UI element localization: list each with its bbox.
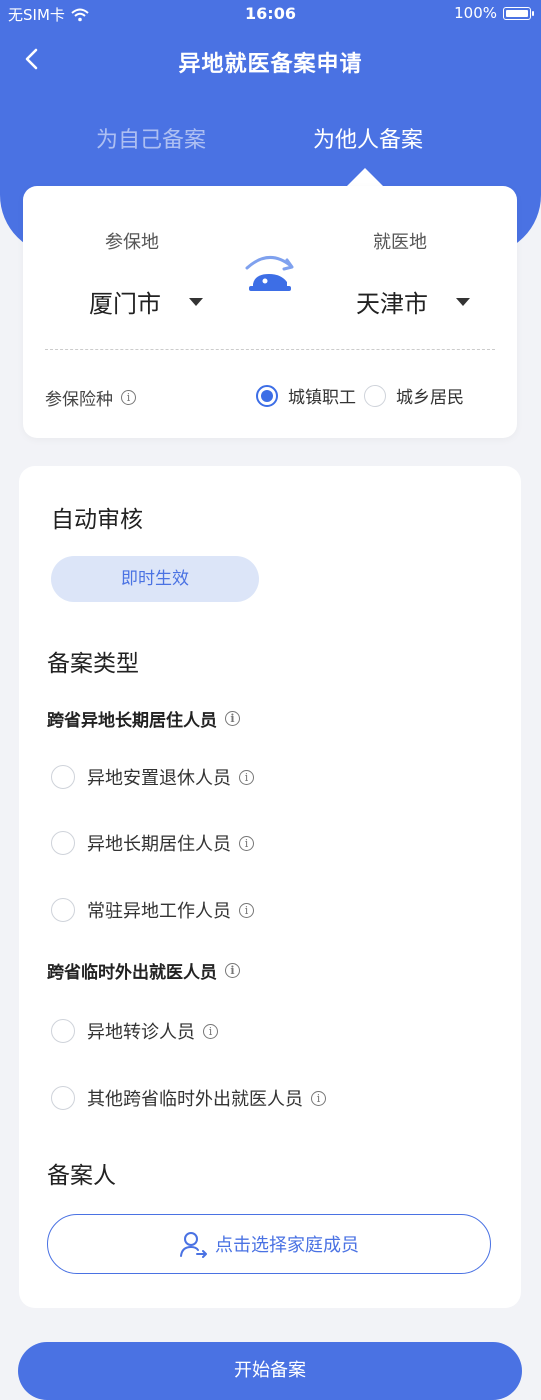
insured-place-value: 厦门市 — [89, 290, 161, 318]
option-label: 异地安置退休人员 — [87, 768, 231, 789]
divider — [45, 349, 495, 350]
treatment-place-value: 天津市 — [356, 290, 428, 318]
option-label: 异地转诊人员 — [87, 1022, 195, 1043]
battery-percent: 100% — [454, 4, 497, 22]
radio-urban-rural-resident[interactable] — [364, 384, 386, 407]
person-select-icon — [180, 1232, 207, 1258]
option-long-term-resident[interactable]: 异地长期居住人员 i — [51, 830, 254, 856]
radio-urban-employee[interactable] — [256, 384, 278, 407]
option-referral-patient[interactable]: 异地转诊人员 i — [51, 1018, 218, 1044]
insured-place-select[interactable]: 厦门市 — [89, 284, 203, 319]
group-long-term-text: 跨省异地长期居住人员 — [47, 711, 217, 731]
start-record-button[interactable]: 开始备案 — [18, 1342, 522, 1400]
treatment-place-label: 就医地 — [373, 232, 427, 253]
tab-indicator — [346, 168, 384, 187]
info-icon[interactable]: i — [239, 835, 254, 851]
location-card: 参保地 就医地 厦门市 天津市 参保险种 i 城镇职工 城乡居民 — [23, 186, 517, 438]
option-label: 其他跨省临时外出就医人员 — [87, 1089, 303, 1110]
record-form-card: 自动审核 即时生效 备案类型 跨省异地长期居住人员 i 异地安置退休人员 i 异地… — [19, 466, 521, 1308]
treatment-place-select[interactable]: 天津市 — [356, 284, 470, 319]
group-temporary-title: 跨省临时外出就医人员 i — [47, 958, 240, 983]
option-resettled-retiree[interactable]: 异地安置退休人员 i — [51, 764, 254, 790]
info-icon[interactable]: i — [239, 902, 254, 918]
info-icon[interactable]: i — [203, 1023, 218, 1039]
radio-button[interactable] — [51, 831, 75, 855]
insurance-type-radio-group: 城镇职工 城乡居民 — [256, 383, 464, 408]
info-icon[interactable]: i — [225, 711, 240, 726]
radio-button[interactable] — [51, 1019, 75, 1043]
status-bar: 无SIM卡 16:06 100% — [0, 0, 541, 28]
insured-place-label: 参保地 — [105, 232, 159, 253]
tab-bar: 为自己备案 为他人备案 — [0, 122, 541, 162]
record-type-title: 备案类型 — [47, 651, 139, 677]
info-icon[interactable]: i — [311, 1090, 326, 1106]
radio-button[interactable] — [51, 765, 75, 789]
radio-button[interactable] — [51, 1086, 75, 1110]
radio-urban-employee-label[interactable]: 城镇职工 — [288, 383, 356, 408]
insurance-type-label: 参保险种 i — [45, 385, 136, 410]
tab-self[interactable]: 为自己备案 — [96, 122, 206, 154]
select-family-member-label: 点击选择家庭成员 — [215, 1235, 359, 1256]
radio-button[interactable] — [51, 898, 75, 922]
group-temporary-text: 跨省临时外出就医人员 — [47, 963, 217, 983]
switch-location-icon[interactable] — [241, 250, 297, 296]
info-icon[interactable]: i — [225, 963, 240, 978]
insurance-type-text: 参保险种 — [45, 390, 113, 410]
info-icon[interactable]: i — [239, 769, 254, 785]
option-label: 异地长期居住人员 — [87, 834, 231, 855]
nav-bar: 异地就医备案申请 — [0, 38, 541, 82]
option-resident-worker[interactable]: 常驻异地工作人员 i — [51, 897, 254, 923]
option-other-temporary[interactable]: 其他跨省临时外出就医人员 i — [51, 1085, 326, 1111]
auto-audit-title: 自动审核 — [51, 507, 143, 533]
group-long-term-title: 跨省异地长期居住人员 i — [47, 706, 240, 731]
info-icon[interactable]: i — [121, 390, 136, 405]
option-label: 常驻异地工作人员 — [87, 901, 231, 922]
dropdown-caret-icon — [456, 297, 470, 306]
instant-effect-badge: 即时生效 — [51, 556, 259, 602]
battery-icon — [503, 6, 534, 20]
filer-title: 备案人 — [47, 1163, 116, 1189]
tab-other[interactable]: 为他人备案 — [313, 122, 423, 154]
dropdown-caret-icon — [189, 297, 203, 306]
select-family-member-button[interactable]: 点击选择家庭成员 — [47, 1214, 491, 1274]
radio-urban-rural-resident-label[interactable]: 城乡居民 — [396, 383, 464, 408]
page-title: 异地就医备案申请 — [178, 52, 363, 77]
